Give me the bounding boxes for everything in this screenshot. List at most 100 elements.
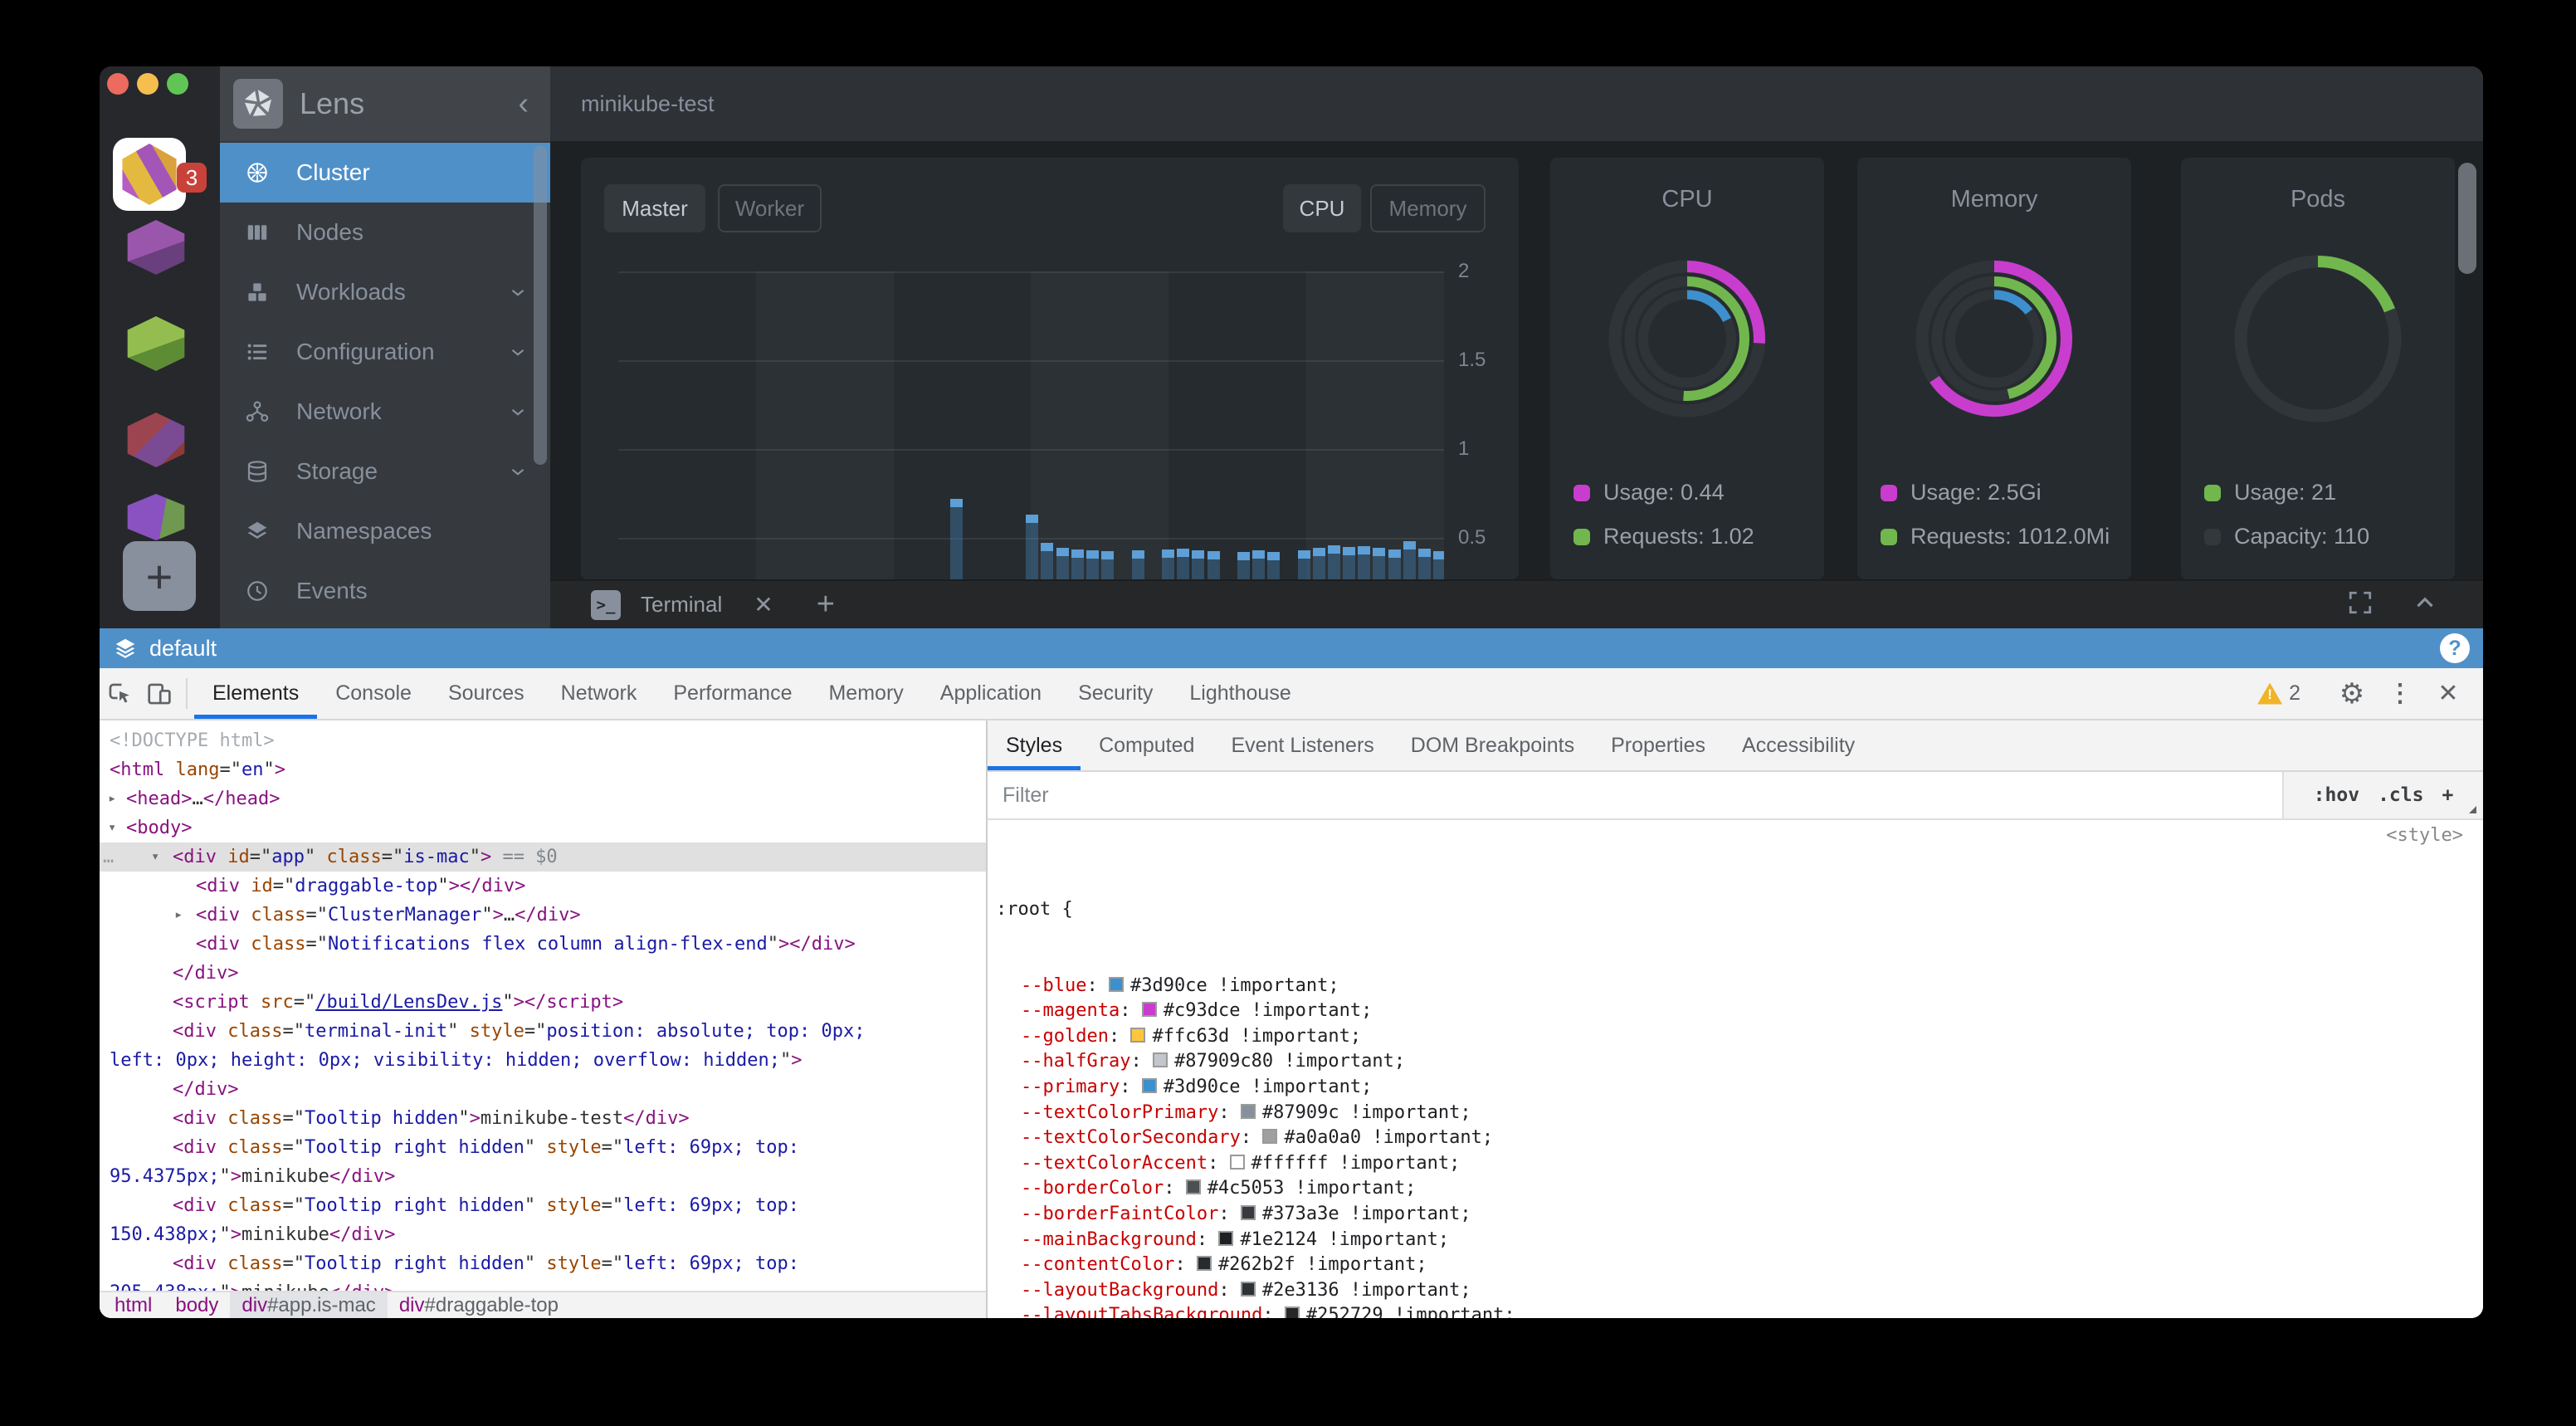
sidebar-item-storage[interactable]: Storage xyxy=(220,442,550,501)
style-source-link[interactable]: <style> xyxy=(2386,823,2463,849)
dom-tree-node[interactable]: ▸<head>…</head> xyxy=(100,784,986,813)
dom-tree-node[interactable]: 150.438px;">minikube</div> xyxy=(100,1220,986,1249)
color-swatch[interactable] xyxy=(1285,1306,1300,1318)
node-worker-button[interactable]: Worker xyxy=(718,184,822,232)
cluster-icon[interactable] xyxy=(124,494,188,540)
terminal-close-icon[interactable]: ✕ xyxy=(754,591,773,618)
dom-tree-node[interactable]: 205.438px;">minikube</div> xyxy=(100,1278,986,1291)
namespace-label[interactable]: default xyxy=(149,636,217,662)
help-button[interactable]: ? xyxy=(2440,633,2470,663)
sidebar-item-workloads[interactable]: Workloads xyxy=(220,262,550,322)
dom-tree-node[interactable]: <div class="Tooltip right hidden" style=… xyxy=(100,1191,986,1220)
sidebar-item-namespaces[interactable]: Namespaces xyxy=(220,501,550,561)
dom-tree-node[interactable]: <div class="terminal-init" style="positi… xyxy=(100,1017,986,1046)
color-swatch[interactable] xyxy=(1142,1078,1157,1093)
expand-arrow-open-icon[interactable]: ▾ xyxy=(151,842,159,872)
fullscreen-icon[interactable] xyxy=(2347,589,2374,620)
color-swatch[interactable] xyxy=(1241,1104,1256,1119)
close-window-button[interactable] xyxy=(107,73,129,95)
css-declaration[interactable]: --borderFaintColor: #373a3e !important; xyxy=(988,1202,2483,1228)
dom-tree-node[interactable]: <div class="Tooltip right hidden" style=… xyxy=(100,1249,986,1278)
css-declaration[interactable]: --blue: #3d90ce !important; xyxy=(988,974,2483,999)
pseudo-button-[interactable]: + xyxy=(2442,784,2453,806)
inspect-element-icon[interactable] xyxy=(100,668,139,719)
breadcrumb-item[interactable]: div#draggable-top xyxy=(388,1292,570,1318)
node-master-button[interactable]: Master xyxy=(604,184,705,232)
css-declaration[interactable]: --contentColor: #262b2f !important; xyxy=(988,1253,2483,1278)
cluster-icon[interactable] xyxy=(124,220,188,275)
cluster-icon[interactable] xyxy=(124,413,188,467)
metric-memory-button[interactable]: Memory xyxy=(1370,184,1486,232)
color-swatch[interactable] xyxy=(1142,1002,1157,1017)
terminal-tab[interactable]: Terminal xyxy=(641,592,722,618)
color-swatch[interactable] xyxy=(1230,1155,1245,1170)
dom-tree-node[interactable]: <html lang="en"> xyxy=(100,755,986,784)
css-declaration[interactable]: --layoutTabsBackground: #252729 !importa… xyxy=(988,1303,2483,1318)
dom-tree-node[interactable]: 95.4375px;">minikube</div> xyxy=(100,1162,986,1191)
css-declaration[interactable]: --borderColor: #4c5053 !important; xyxy=(988,1176,2483,1202)
console-warnings-indicator[interactable]: ! 2 xyxy=(2257,681,2300,706)
sidebar-item-cluster[interactable]: Cluster xyxy=(220,143,550,203)
dom-tree-node[interactable]: ▸<div class="ClusterManager">…</div> xyxy=(100,901,986,930)
kebab-menu-icon[interactable]: ⋮ xyxy=(2380,679,2420,708)
styles-tab-dom-breakpoints[interactable]: DOM Breakpoints xyxy=(1393,720,1593,770)
tab-lighthouse[interactable]: Lighthouse xyxy=(1171,668,1309,719)
tab-console[interactable]: Console xyxy=(317,668,430,719)
add-cluster-button[interactable]: + xyxy=(123,541,196,611)
styles-filter-input[interactable] xyxy=(988,772,2282,818)
css-declaration[interactable]: --textColorSecondary: #a0a0a0 !important… xyxy=(988,1126,2483,1151)
expand-arrow-closed-icon[interactable]: ▸ xyxy=(108,784,116,813)
tab-network[interactable]: Network xyxy=(543,668,656,719)
color-swatch[interactable] xyxy=(1241,1282,1256,1297)
dom-tree-node[interactable]: <!DOCTYPE html> xyxy=(100,726,986,755)
color-swatch[interactable] xyxy=(1241,1205,1256,1220)
sidebar-item-nodes[interactable]: Nodes xyxy=(220,203,550,262)
tab-sources[interactable]: Sources xyxy=(430,668,543,719)
color-swatch[interactable] xyxy=(1218,1231,1233,1246)
pseudo-button-hov[interactable]: :hov xyxy=(2314,784,2359,806)
zoom-window-button[interactable] xyxy=(167,73,188,95)
dom-tree-node[interactable]: <div class="Tooltip right hidden" style=… xyxy=(100,1133,986,1162)
dom-tree-node[interactable]: <div class="Tooltip hidden">minikube-tes… xyxy=(100,1104,986,1133)
dom-tree-node[interactable]: ▾<body> xyxy=(100,813,986,842)
css-declaration[interactable]: --layoutBackground: #2e3136 !important; xyxy=(988,1278,2483,1304)
breadcrumb-item[interactable]: html xyxy=(103,1292,163,1318)
dom-tree-node[interactable]: </div> xyxy=(100,959,986,988)
css-declaration[interactable]: --textColorPrimary: #87909c !important; xyxy=(988,1101,2483,1126)
styles-tab-event-listeners[interactable]: Event Listeners xyxy=(1212,720,1392,770)
minimize-window-button[interactable] xyxy=(137,73,159,95)
cluster-icon-active[interactable] xyxy=(113,138,186,211)
sidebar-item-events[interactable]: Events xyxy=(220,561,550,621)
css-declaration[interactable]: --textColorAccent: #ffffff !important; xyxy=(988,1151,2483,1177)
color-swatch[interactable] xyxy=(1109,977,1124,992)
color-swatch[interactable] xyxy=(1130,1028,1145,1043)
chevron-up-icon[interactable] xyxy=(2412,589,2438,620)
sidebar-scrollbar[interactable] xyxy=(534,145,547,465)
dom-tree-node[interactable]: </div> xyxy=(100,1075,986,1104)
dom-tree-node[interactable]: …▾<div id="app" class="is-mac"> == $0 xyxy=(100,842,986,872)
metric-cpu-button[interactable]: CPU xyxy=(1283,184,1361,232)
css-declaration[interactable]: --golden: #ffc63d !important; xyxy=(988,1024,2483,1050)
expand-arrow-open-icon[interactable]: ▾ xyxy=(108,813,116,842)
dom-tree-node[interactable]: <div id="draggable-top"></div> xyxy=(100,872,986,901)
expand-arrow-closed-icon[interactable]: ▸ xyxy=(174,901,183,930)
sidebar-item-network[interactable]: Network xyxy=(220,382,550,442)
breadcrumb-item[interactable]: body xyxy=(163,1292,230,1318)
tab-application[interactable]: Application xyxy=(922,668,1060,719)
css-declaration[interactable]: --primary: #3d90ce !important; xyxy=(988,1075,2483,1101)
cluster-icon[interactable] xyxy=(124,316,188,371)
css-declaration[interactable]: --magenta: #c93dce !important; xyxy=(988,999,2483,1024)
dom-tree-node[interactable]: <div class="Notifications flex column al… xyxy=(100,930,986,959)
styles-tab-properties[interactable]: Properties xyxy=(1593,720,1724,770)
new-terminal-button[interactable]: + xyxy=(817,587,835,623)
color-swatch[interactable] xyxy=(1262,1129,1277,1144)
sidebar-collapse-button[interactable]: ‹ xyxy=(518,66,529,141)
device-toolbar-icon[interactable] xyxy=(139,668,179,719)
tab-memory[interactable]: Memory xyxy=(810,668,921,719)
css-declaration[interactable]: --mainBackground: #1e2124 !important; xyxy=(988,1228,2483,1253)
styles-tab-computed[interactable]: Computed xyxy=(1081,720,1212,770)
css-declaration[interactable]: --halfGray: #87909c80 !important; xyxy=(988,1049,2483,1075)
color-swatch[interactable] xyxy=(1153,1052,1168,1067)
gear-icon[interactable]: ⚙ xyxy=(2332,677,2372,711)
color-swatch[interactable] xyxy=(1197,1256,1212,1271)
